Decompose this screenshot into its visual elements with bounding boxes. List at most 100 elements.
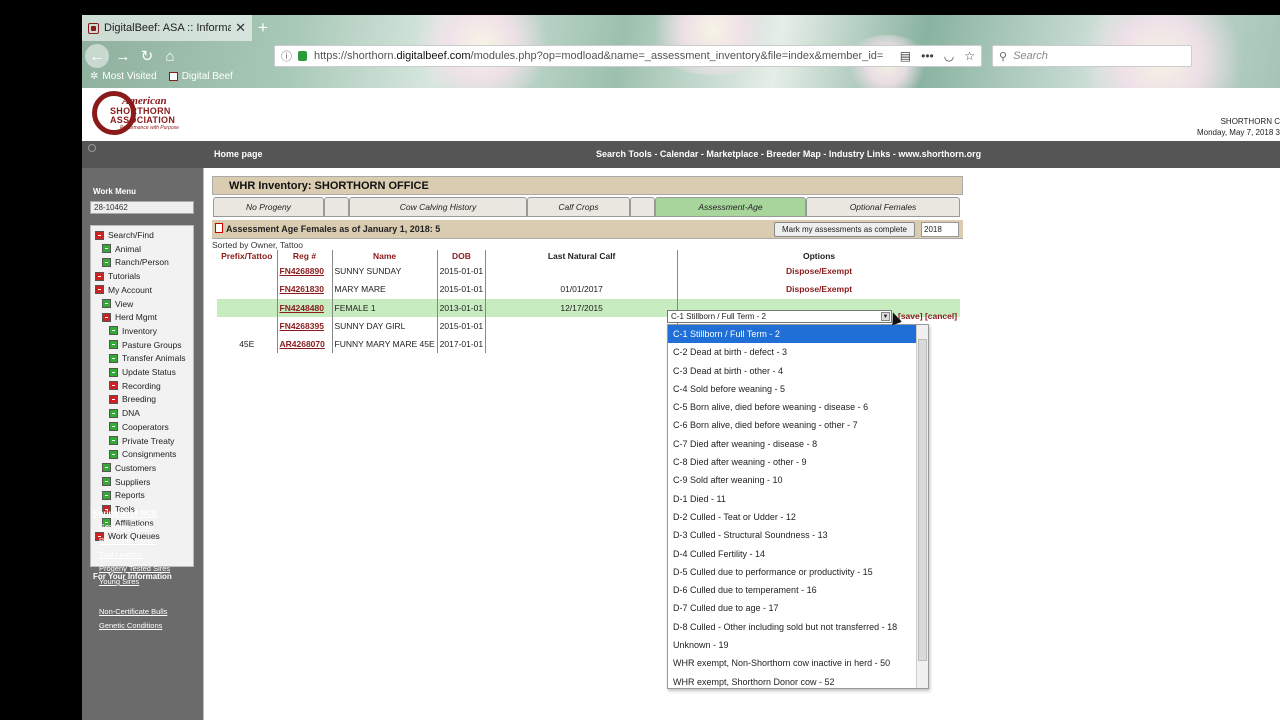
menu-item-recording[interactable]: Recording [109,381,161,391]
shorthorn-logo[interactable]: American SHORTHORN ASSOCIATION Performan… [92,91,194,137]
search-input[interactable]: ⚲ Search [992,45,1192,67]
menu-item-pasture-groups[interactable]: Pasture Groups [109,340,182,350]
mark-complete-button[interactable]: Mark my assessments as complete [774,222,915,237]
menu-item-transfer-animals[interactable]: Transfer Animals [109,353,185,363]
cell-reg-link[interactable]: FN4248480 [277,298,333,317]
dropdown-option[interactable]: C-7 Died after weaning - disease - 8 [668,435,928,453]
home-icon[interactable]: ⌂ [159,45,181,67]
cell-reg-link[interactable]: FN4268395 [277,316,333,336]
fyi-link-3[interactable]: Trait Leaders [99,550,143,559]
new-tab-icon[interactable]: + [258,18,268,38]
cell-options[interactable]: Dispose/Exempt [678,280,960,298]
bookmark-star-icon[interactable]: ☆ [964,49,975,63]
dropdown-option[interactable]: C-1 Stillborn / Full Term - 2 [668,325,928,344]
col-reg[interactable]: Reg # [277,250,333,262]
menu-item-herd-mgmt[interactable]: Herd Mgmt [102,312,157,322]
reload-icon[interactable]: ↻ [136,45,158,67]
dropdown-option[interactable]: D-2 Culled - Teat or Udder - 12 [668,508,928,526]
info-icon[interactable]: ⓘ [281,48,292,64]
dropdown-option[interactable]: D-5 Culled due to performance or product… [668,563,928,581]
browser-chrome: DigitalBeef: ASA :: Information ✕ + ← → … [82,15,1280,88]
cell-options[interactable]: Dispose/Exempt [678,262,960,280]
fyi-link-1[interactable]: Genetics Trends [99,522,154,531]
col-name[interactable]: Name [332,250,438,262]
more-actions-icon[interactable]: ••• [921,49,934,63]
dropdown-option[interactable]: D-3 Culled - Structural Soundness - 13 [668,526,928,544]
close-tab-icon[interactable]: ✕ [235,20,246,36]
home-page-link[interactable]: Home page [214,149,263,159]
menu-item-customers[interactable]: Customers [102,463,156,473]
cell-reg-link[interactable]: FN4261830 [277,280,333,299]
dropdown-option[interactable]: C-4 Sold before weaning - 5 [668,380,928,398]
menu-item-animal[interactable]: Animal [102,244,141,254]
menu-item-dna[interactable]: DNA [109,408,140,418]
disposal-select[interactable]: C-1 Stillborn / Full Term - 2 ▼ [667,310,892,323]
col-prefix[interactable]: Prefix/Tattoo [217,250,278,262]
menu-item-tutorials[interactable]: Tutorials [95,271,140,281]
menu-item-suppliers[interactable]: Suppliers [102,477,150,487]
dropdown-option[interactable]: D-4 Culled Fertility - 14 [668,545,928,563]
menu-item-my-account[interactable]: My Account [95,285,152,295]
dropdown-option[interactable]: D-6 Culled due to temperament - 16 [668,581,928,599]
menu-toggle-icon [102,244,111,254]
dropdown-option[interactable]: C-8 Died after weaning - other - 9 [668,453,928,471]
fyi-link-2[interactable]: Percentile Ranks [99,536,156,545]
menu-item-private-treaty[interactable]: Private Treaty [109,436,174,446]
menu-item-inventory[interactable]: Inventory [109,326,157,336]
tab-no-progeny[interactable]: No Progeny [213,197,324,217]
menu-item-reports[interactable]: Reports [102,490,145,500]
save-link[interactable]: [save] [898,311,923,321]
dropdown-option[interactable]: C-5 Born alive, died before weaning - di… [668,398,928,416]
fyi-link-4[interactable]: Progeny Tested Sires [99,564,170,573]
fyi-link-6[interactable]: Non-Certificate Bulls [99,607,167,616]
cell-reg-link[interactable]: AR4268070 [277,335,333,354]
menu-item-consignments[interactable]: Consignments [109,449,176,459]
menu-item-update-status[interactable]: Update Status [109,367,176,377]
back-arrow-icon[interactable]: ← [85,44,109,68]
cell-prefix [217,262,278,281]
dropdown-option[interactable]: D-7 Culled due to age - 17 [668,599,928,617]
cell-reg-link[interactable]: FN4268890 [277,262,333,281]
menu-item-cooperators[interactable]: Cooperators [109,422,169,432]
nav-links[interactable]: Search Tools - Calendar - Marketplace - … [596,149,981,159]
dropdown-option[interactable]: C-3 Dead at birth - other - 4 [668,362,928,380]
fyi-link-0[interactable]: Spring 2018 NCE [93,509,157,518]
tab-cow-calving-history[interactable]: Cow Calving History [349,197,527,217]
menu-toggle-icon [109,436,118,445]
tab-blank-1[interactable] [324,197,349,217]
menu-item-label: Private Treaty [122,435,175,446]
url-text[interactable]: https://shorthorn.digitalbeef.com/module… [314,50,890,62]
dropdown-option[interactable]: C-2 Dead at birth - defect - 3 [668,343,928,361]
dropdown-option[interactable]: WHR exempt, Shorthorn Donor cow - 52 [668,673,928,688]
col-dob[interactable]: DOB [437,250,487,262]
menu-item-ranch-person[interactable]: Ranch/Person [102,257,169,267]
tab-calf-crops[interactable]: Calf Crops [527,197,630,217]
menu-item-search-find[interactable]: Search/Find [95,230,154,240]
dropdown-option[interactable]: C-6 Born alive, died before weaning - ot… [668,416,928,434]
dropdown-option[interactable]: Unknown - 19 [668,636,928,654]
dropdown-option[interactable]: D-1 Died - 11 [668,490,928,508]
fyi-link-5[interactable]: Young Sires [99,577,139,586]
year-select[interactable]: 2018 [921,222,959,237]
cell-name: SUNNY SUNDAY [332,262,438,281]
bookmark-most-visited[interactable]: ✲ Most Visited [90,71,157,82]
bookmark-digital-beef[interactable]: Digital Beef [168,71,233,82]
url-bar[interactable]: ⓘ https://shorthorn.digitalbeef.com/modu… [274,45,982,67]
fyi-link-7[interactable]: Genetic Conditions [99,621,162,630]
menu-item-view[interactable]: View [102,299,133,309]
forward-arrow-icon[interactable]: → [112,45,134,67]
header-org: SHORTHORN C [1220,117,1280,126]
tab-optional-females[interactable]: Optional Females [806,197,960,217]
pocket-icon[interactable]: ◡ [944,49,954,63]
menu-item-breeding[interactable]: Breeding [109,394,156,404]
dropdown-option[interactable]: WHR exempt, Non-Shorthorn cow inactive i… [668,654,928,672]
pdf-icon[interactable] [215,223,223,233]
tab-assessment-age[interactable]: Assessment-Age [655,197,806,217]
cancel-link[interactable]: [cancel] [925,311,957,321]
dropdown-scrollbar[interactable] [916,325,928,688]
tab-blank-2[interactable] [630,197,655,217]
dropdown-option[interactable]: D-8 Culled - Other including sold but no… [668,618,928,636]
browser-tab[interactable]: DigitalBeef: ASA :: Information ✕ [82,15,252,41]
dropdown-option[interactable]: C-9 Sold after weaning - 10 [668,471,928,489]
reader-view-icon[interactable]: ▤ [900,49,911,63]
